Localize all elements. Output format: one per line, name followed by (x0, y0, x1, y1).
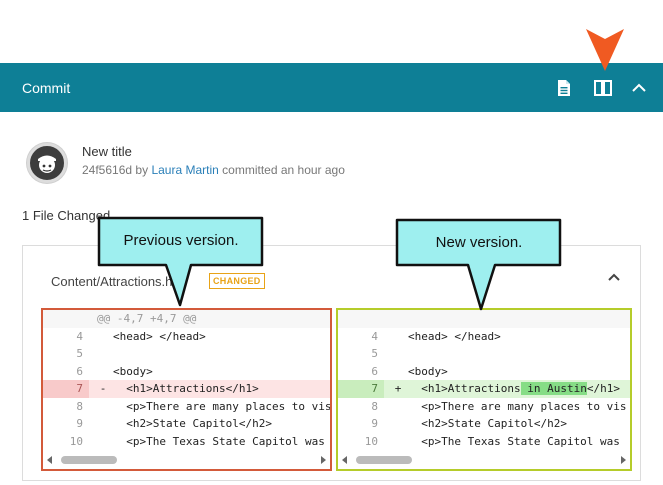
line-number: 7 (338, 380, 384, 398)
scroll-right-arrow-icon[interactable] (321, 456, 326, 464)
avatar (27, 143, 67, 183)
new-version-callout-text: New version. (435, 234, 523, 251)
code-text: <p>There are many places to vis (113, 399, 332, 413)
diff-line: 4 <head> </head> (43, 328, 330, 346)
diff-line: 10 <p>The Texas State Capitol was (338, 433, 630, 451)
diff-line: @@ -4,7 +4,7 @@ (43, 310, 330, 328)
previous-version-pane[interactable]: @@ -4,7 +4,7 @@ 4 <head> </head> 5 6 <body> 7-… (41, 308, 332, 471)
collapse-file-chevron-icon[interactable] (606, 270, 622, 284)
line-number: 9 (76, 417, 83, 430)
line-number: 4 (76, 329, 83, 343)
line-number: 9 (371, 417, 378, 430)
code-text: <p>The Texas State Capitol was (408, 434, 620, 448)
scroll-left-arrow-icon[interactable] (47, 456, 52, 464)
line-number: 8 (76, 399, 83, 413)
previous-version-callout-text: Previous version. (123, 232, 239, 249)
code-text-before: <h1>Attractions (408, 382, 521, 395)
code-text: <body> (408, 364, 448, 378)
commit-author-link[interactable]: Laura Martin (151, 163, 218, 177)
code-text: <h2>State Capitol</h2> (408, 417, 567, 430)
line-number: 10 (364, 434, 378, 448)
commit-by: by (135, 163, 149, 177)
new-version-callout (395, 218, 562, 311)
diff-line: 7- <h1>Attractions</h1> (43, 380, 330, 398)
diff-line: 8 <p>There are many places to vis (338, 398, 630, 416)
commit-header: Commit (0, 63, 663, 112)
line-number: 5 (371, 347, 378, 360)
code-text: <h2>State Capitol</h2> (113, 417, 272, 430)
code-text-after: </h1> (586, 382, 620, 395)
diff-line: 7 + <h1>Attractions in Austin</h1> (338, 380, 630, 398)
scroll-thumb[interactable] (61, 456, 117, 464)
line-number: 6 (371, 364, 378, 378)
document-icon[interactable] (553, 77, 575, 99)
code-text: <p>The Texas State Capitol was (113, 434, 325, 448)
previous-version-callout (97, 216, 264, 307)
diff-line: 6 <body> (338, 363, 630, 381)
scroll-left-arrow-icon[interactable] (342, 456, 347, 464)
horizontal-scrollbar[interactable] (342, 455, 626, 465)
line-number (338, 310, 384, 328)
scroll-thumb[interactable] (356, 456, 412, 464)
code-text: <p>There are many places to vis (408, 399, 627, 413)
collapse-header-chevron-icon[interactable] (630, 77, 652, 99)
code-text: <h1>Attractions</h1> (113, 382, 259, 395)
line-number (43, 310, 89, 328)
split-view-icon[interactable] (592, 77, 614, 99)
diff-line: 8 <p>There are many places to vis (43, 398, 330, 416)
line-number: 8 (371, 399, 378, 413)
code-text: <head> </head> (113, 329, 206, 343)
diff-line: 5 (338, 345, 630, 363)
diff-line: 9 <h2>State Capitol</h2> (43, 415, 330, 433)
scroll-right-arrow-icon[interactable] (621, 456, 626, 464)
code-text: <h1>Attractions in Austin</h1> (408, 380, 620, 398)
diff-line: 4 <head> </head> (338, 328, 630, 346)
diff-sign: - (99, 382, 107, 395)
line-number: 7 (43, 380, 89, 398)
commit-hash[interactable]: 24f5616d (82, 163, 132, 177)
horizontal-scrollbar[interactable] (47, 455, 326, 465)
diff-sign: + (394, 382, 402, 395)
diff-line: 10 <p>The Texas State Capitol was (43, 433, 330, 451)
commit-title: New title (82, 144, 132, 159)
new-version-pane[interactable]: 4 <head> </head> 5 6 <body> 7 + <h1>Attraction… (336, 308, 632, 471)
commit-meta: 24f5616d by Laura Martin committed an ho… (82, 163, 345, 177)
line-number: 10 (69, 434, 83, 448)
code-text: @@ -4,7 +4,7 @@ (97, 312, 197, 325)
diff-line: 6 <body> (43, 363, 330, 381)
line-number: 6 (76, 364, 83, 378)
diff-line: 9 <h2>State Capitol</h2> (338, 415, 630, 433)
diff-line (338, 310, 630, 328)
pointer-arrow-icon (586, 29, 624, 71)
commit-action: committed an hour ago (222, 163, 345, 177)
code-text: <head> </head> (408, 329, 501, 343)
header-title: Commit (22, 80, 71, 96)
code-text: <body> (113, 364, 153, 378)
added-text-highlight: in Austin (520, 382, 587, 395)
line-number: 5 (76, 347, 83, 360)
diff-line: 5 (43, 345, 330, 363)
line-number: 4 (371, 329, 378, 343)
